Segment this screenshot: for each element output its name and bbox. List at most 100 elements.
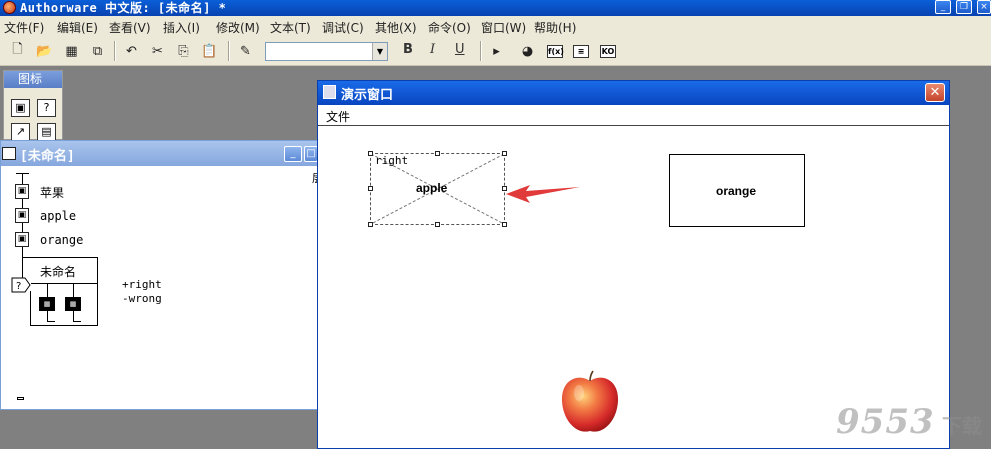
target-area-label: right: [375, 154, 409, 167]
menu-text[interactable]: 文本(T): [270, 19, 311, 36]
presentation-menu-file[interactable]: 文件: [326, 108, 350, 125]
selection-handle[interactable]: [502, 222, 507, 227]
flowline-minimize-button[interactable]: _: [284, 146, 302, 162]
new-icon[interactable]: 🗋: [8, 42, 27, 60]
orange-box[interactable]: orange: [669, 154, 805, 227]
presentation-titlebar: 演示窗口 ✕: [318, 81, 949, 105]
display-icon[interactable]: ▣: [15, 184, 29, 199]
flowline-window: [未命名] _ □ 层 ▣ 苹果 ▣ apple ▣ orange ? 未命名 …: [0, 140, 323, 410]
paste-icon[interactable]: 📋: [200, 42, 219, 60]
knowledge-objects-icon[interactable]: KO: [600, 45, 616, 58]
pointer-arrow-icon: [506, 185, 580, 203]
flowline-maximize-button[interactable]: □: [304, 146, 318, 162]
toolbar: 🗋 📂 ▦ ⧉ ↶ ✂ ⎘ 📋 ✎ ▼ B I U ▸ ◕ f(x) ≡ KO: [0, 37, 991, 66]
flowline-title: [未命名]: [20, 149, 75, 164]
variables-icon[interactable]: ≡: [573, 45, 589, 58]
flow-icon-label[interactable]: 苹果: [40, 184, 64, 201]
interaction-icon[interactable]: ?: [37, 99, 56, 117]
underline-button[interactable]: U: [455, 42, 465, 57]
chevron-down-icon[interactable]: ▼: [372, 43, 387, 60]
document-icon: [2, 147, 16, 160]
find-icon[interactable]: ✎: [236, 42, 255, 60]
control-panel-icon[interactable]: ◕: [518, 42, 537, 60]
interaction-loop-line: [97, 257, 98, 325]
run-icon[interactable]: ▸: [487, 42, 506, 60]
response-branch-line: [31, 283, 97, 284]
selection-handle[interactable]: [502, 151, 507, 156]
response-branch-line: [73, 321, 81, 322]
response-branch-line: [47, 283, 48, 297]
response-branch-line: [47, 311, 48, 321]
response-branch-line: [73, 283, 74, 297]
menu-command[interactable]: 命令(O): [428, 19, 471, 36]
flow-icon-label[interactable]: apple: [40, 209, 76, 223]
presentation-title: 演示窗口: [341, 88, 394, 103]
response-branch-line: [47, 321, 55, 322]
orange-text[interactable]: orange: [716, 184, 756, 198]
menu-other[interactable]: 其他(X): [375, 19, 417, 36]
apple-text[interactable]: apple: [416, 181, 447, 195]
close-icon[interactable]: ✕: [925, 83, 945, 102]
interaction-icon[interactable]: ?: [11, 277, 31, 293]
interaction-loop-line: [22, 257, 98, 258]
watermark-logo-suffix: 下载: [942, 414, 982, 438]
display-icon[interactable]: ▣: [11, 99, 30, 117]
erase-icon[interactable]: ▤: [37, 123, 56, 141]
bold-button[interactable]: B: [403, 42, 413, 57]
copy-icon[interactable]: ⎘: [174, 42, 193, 60]
restore-button[interactable]: ❐: [956, 0, 972, 14]
authorware-logo-icon: [3, 1, 16, 14]
response-label[interactable]: +right: [122, 278, 162, 291]
menu-modify[interactable]: 修改(M): [216, 19, 260, 36]
interaction-loop-line: [30, 325, 98, 326]
menu-debug[interactable]: 调试(C): [322, 19, 364, 36]
menu-view[interactable]: 查看(V): [109, 19, 151, 36]
response-branch-line: [73, 311, 74, 321]
toolbar-separator: [114, 41, 116, 61]
apple-image[interactable]: [557, 369, 623, 435]
motion-icon[interactable]: ↗: [11, 123, 30, 141]
app-titlebar: Authorware 中文版: [未命名] * _ ❐ ×: [0, 0, 991, 16]
menu-bar: 文件(F) 编辑(E) 查看(V) 插入(I) 修改(M) 文本(T) 调试(C…: [0, 16, 991, 37]
close-button[interactable]: ×: [977, 0, 991, 14]
flowline-titlebar: [未命名] _ □: [1, 141, 319, 166]
display-icon[interactable]: ▣: [15, 208, 29, 223]
selection-handle[interactable]: [368, 186, 373, 191]
svg-text:?: ?: [16, 281, 21, 292]
undo-icon[interactable]: ↶: [122, 42, 141, 60]
import-icon[interactable]: ⧉: [88, 42, 107, 60]
presentation-window-icon: [323, 85, 336, 99]
menu-window[interactable]: 窗口(W): [481, 19, 526, 36]
response-label[interactable]: -wrong: [122, 292, 162, 305]
selection-handle[interactable]: [435, 151, 440, 156]
palette-title: 图标: [4, 71, 62, 88]
app-title: Authorware 中文版: [未命名] *: [20, 1, 227, 15]
watermark-logo: 9553: [836, 402, 935, 442]
menu-insert[interactable]: 插入(I): [163, 19, 200, 36]
save-all-icon[interactable]: ▦: [62, 42, 81, 60]
menu-edit[interactable]: 编辑(E): [57, 19, 98, 36]
presentation-window: 演示窗口 ✕ 文件 right apple orange: [317, 80, 950, 449]
toolbar-separator: [480, 41, 482, 61]
flow-icon-label[interactable]: orange: [40, 233, 83, 247]
target-area-box[interactable]: right apple: [370, 153, 505, 225]
interaction-label[interactable]: 未命名: [40, 263, 76, 280]
functions-icon[interactable]: f(x): [547, 45, 564, 58]
map-icon[interactable]: ▦: [39, 297, 55, 311]
selection-handle[interactable]: [435, 222, 440, 227]
cut-icon[interactable]: ✂: [148, 42, 167, 60]
icon-palette: 图标 ▣ ? ↗ ▤: [3, 70, 63, 141]
map-icon[interactable]: ▦: [65, 297, 81, 311]
presentation-menu-bar: 文件: [318, 105, 949, 126]
open-icon[interactable]: 📂: [35, 42, 54, 60]
toolbar-separator: [228, 41, 230, 61]
font-select[interactable]: ▼: [265, 42, 388, 61]
italic-button[interactable]: I: [430, 42, 435, 57]
menu-file[interactable]: 文件(F): [4, 19, 44, 36]
display-icon[interactable]: ▣: [15, 232, 29, 247]
menu-help[interactable]: 帮助(H): [534, 19, 576, 36]
selection-handle[interactable]: [368, 151, 373, 156]
paste-hand-marker: [17, 397, 24, 400]
selection-handle[interactable]: [368, 222, 373, 227]
minimize-button[interactable]: _: [935, 0, 951, 14]
